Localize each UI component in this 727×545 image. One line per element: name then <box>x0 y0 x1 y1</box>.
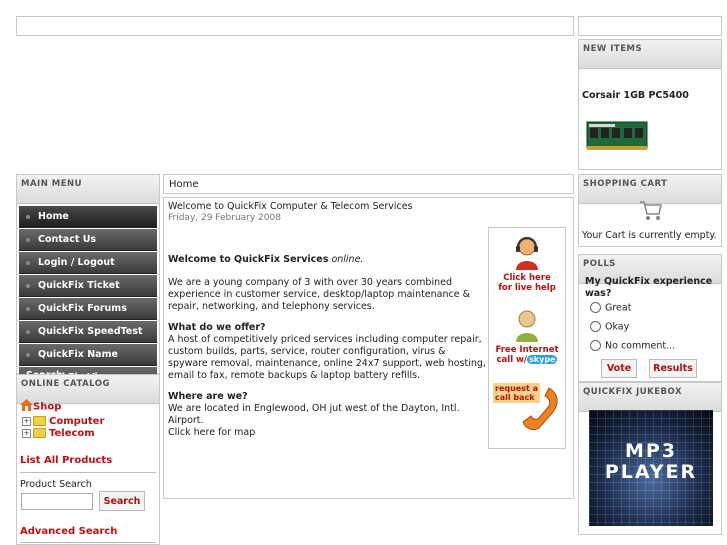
bullet-icon <box>26 237 30 242</box>
support-agent-icon <box>511 236 543 273</box>
cart-empty-text: Your Cart is currently empty. <box>582 230 717 241</box>
search-button[interactable]: Search <box>99 491 145 511</box>
menu-item-quickfix-speedtest[interactable]: QuickFix SpeedTest <box>19 321 157 343</box>
live-help-button[interactable]: Click here for live help <box>489 236 565 293</box>
menu-item-label: QuickFix SpeedTest <box>38 326 143 337</box>
article-title: Welcome to QuickFix Computer & Telecom S… <box>168 201 413 212</box>
breadcrumb-home[interactable]: Home <box>169 179 199 190</box>
results-button[interactable]: Results <box>649 359 697 378</box>
list-all-products-link[interactable]: List All Products <box>20 455 112 466</box>
poll-option-no-comment[interactable]: No comment... <box>590 340 675 352</box>
header-right-box <box>578 16 722 36</box>
location-paragraph: We are located in Englewood, OH jut west… <box>168 403 460 426</box>
divider <box>20 472 156 473</box>
home-icon <box>20 399 33 414</box>
article-body: Welcome to QuickFix Services online. We … <box>168 254 486 439</box>
menu-item-quickfix-ticket[interactable]: QuickFix Ticket <box>19 275 157 297</box>
map-link[interactable]: Click here for map <box>168 427 486 439</box>
new-item-name[interactable]: Corsair 1GB PC5400 <box>582 90 689 101</box>
radio-button[interactable] <box>590 302 601 313</box>
bullet-icon <box>26 260 30 265</box>
menu-item-quickfix-forums[interactable]: QuickFix Forums <box>19 298 157 320</box>
main-menu-title: MAIN MENU <box>17 175 159 204</box>
vote-button[interactable]: Vote <box>601 359 637 378</box>
offer-heading: What do we offer? <box>168 322 266 333</box>
menu-item-quickfix-name-search[interactable]: QuickFix Name Search <box>19 344 157 381</box>
bullet-icon <box>26 214 30 219</box>
internet-call-button[interactable]: Free Internet call w/skype <box>489 308 565 365</box>
shop-link[interactable]: Shop <box>20 399 104 414</box>
polls-module: POLLS My QuickFix experience was? Great … <box>578 254 722 382</box>
catalog-tree: Shop + Computer + Telecom <box>20 399 104 439</box>
bullet-icon <box>26 329 30 334</box>
live-help-label: Click here for live help <box>498 273 556 293</box>
poll-option-great[interactable]: Great <box>590 302 631 314</box>
menu-item-label: Contact Us <box>38 234 97 245</box>
offer-paragraph: A host of competitively priced services … <box>168 334 486 381</box>
bullet-icon <box>26 306 30 311</box>
menu-item-login-logout[interactable]: Login / Logout <box>19 252 157 274</box>
expand-icon[interactable]: + <box>22 416 31 426</box>
poll-question: My QuickFix experience was? <box>585 276 713 299</box>
mp3-player-widget[interactable]: MP3 PLAYER <box>589 410 713 526</box>
new-items-module: NEW ITEMS Corsair 1GB PC5400 <box>578 39 722 170</box>
header-banner <box>16 16 574 36</box>
main-content: Welcome to QuickFix Computer & Telecom S… <box>163 197 574 499</box>
callback-button[interactable]: request a call back <box>491 380 563 434</box>
expand-icon[interactable]: + <box>22 428 31 438</box>
radio-button[interactable] <box>590 321 601 332</box>
main-menu-module: MAIN MENU Home Contact Us Login / Logout Qu… <box>16 174 160 404</box>
jukebox-module: QUICKFIX JUKEBOX MP3 PLAYER <box>578 382 722 535</box>
player-label: PLAYER <box>604 461 698 483</box>
menu-item-home[interactable]: Home <box>19 206 157 228</box>
ram-module-image[interactable] <box>586 120 648 152</box>
location-heading: Where are we? <box>168 391 248 402</box>
product-search-label: Product Search <box>20 479 92 490</box>
advanced-search-link[interactable]: Advanced Search <box>20 526 117 537</box>
free-internet-label: Free Internet <box>495 345 559 355</box>
support-panel: Click here for live help Free Internet c… <box>488 227 566 449</box>
catalog-item-telecom[interactable]: + Telecom <box>20 428 104 439</box>
intro-paragraph: We are a young company of 3 with over 30… <box>168 277 471 312</box>
menu-item-contact-us[interactable]: Contact Us <box>19 229 157 251</box>
shopping-cart-module: SHOPPING CART Your Cart is currently emp… <box>578 174 722 247</box>
main-menu-list: Home Contact Us Login / Logout QuickFix Tic… <box>17 204 159 404</box>
poll-option-okay[interactable]: Okay <box>590 321 629 333</box>
mp3-label: MP3 <box>624 440 678 462</box>
product-search-input[interactable] <box>21 493 93 510</box>
caller-icon <box>511 308 543 345</box>
article-date: Friday, 29 February 2008 <box>168 213 281 223</box>
menu-item-label: Login / Logout <box>38 257 115 268</box>
phone-handset-icon <box>519 384 561 435</box>
welcome-line: Welcome to QuickFix Services online. <box>168 254 364 265</box>
catalog-item-computer[interactable]: + Computer <box>20 416 104 427</box>
folder-icon <box>33 428 46 438</box>
radio-button[interactable] <box>590 340 601 351</box>
bullet-icon <box>26 283 30 288</box>
catalog-module: ONLINE CATALOG Shop + Computer + Telecom L… <box>16 374 160 545</box>
cart-icon <box>639 199 663 224</box>
breadcrumb: Home <box>163 174 574 194</box>
jukebox-title: QUICKFIX JUKEBOX <box>579 383 721 412</box>
menu-item-label: Home <box>38 211 69 222</box>
bullet-icon <box>26 352 30 357</box>
menu-item-label: QuickFix Forums <box>38 303 127 314</box>
menu-item-label: QuickFix Ticket <box>38 280 120 291</box>
divider <box>20 542 156 543</box>
call-with-skype: call w/skype <box>496 355 558 365</box>
new-items-title: NEW ITEMS <box>579 40 721 69</box>
folder-icon <box>33 416 46 426</box>
skype-logo-icon: skype <box>527 355 558 364</box>
